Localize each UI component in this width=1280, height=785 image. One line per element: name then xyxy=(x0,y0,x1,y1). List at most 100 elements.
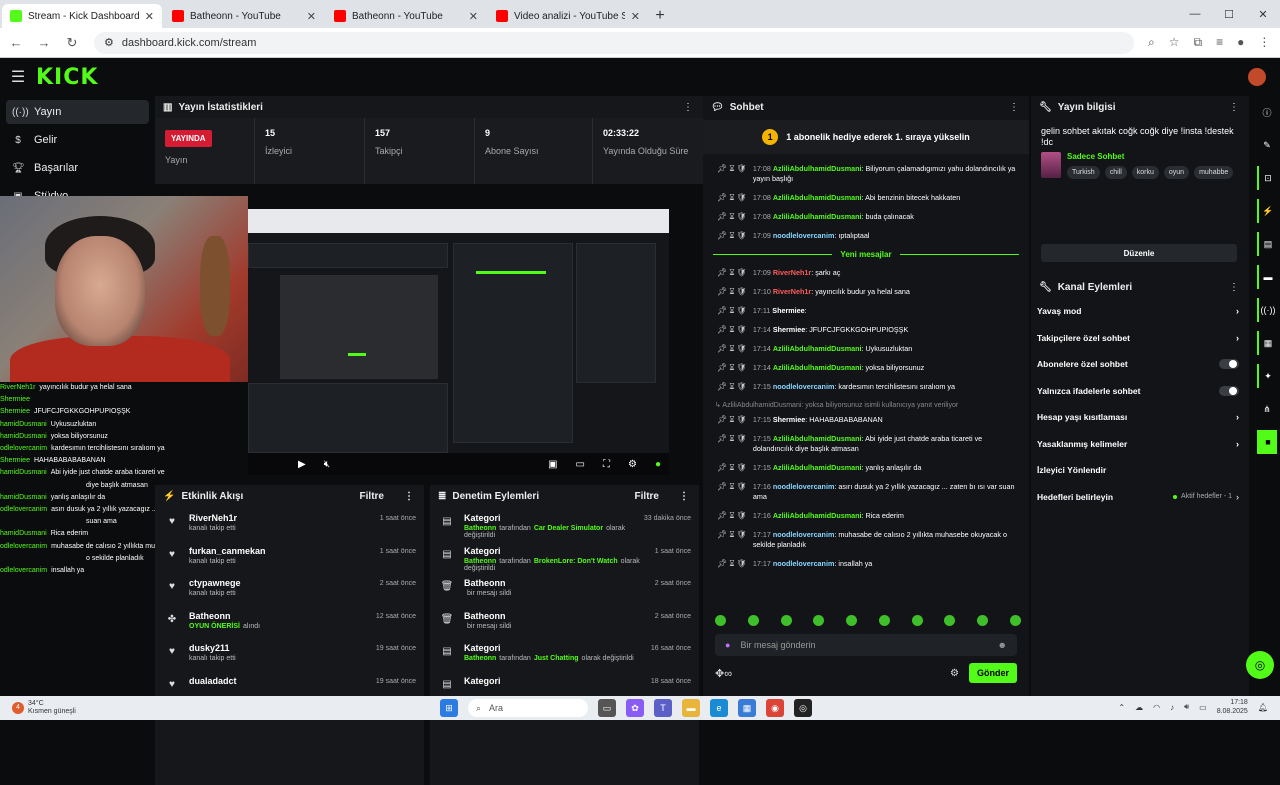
maximize-icon[interactable]: ☐ xyxy=(1212,0,1246,28)
activity-user[interactable]: dualadadct xyxy=(189,676,376,686)
mod-actions-icon[interactable]: 📌︎ ⏳︎ 🛡︎ xyxy=(717,382,747,392)
chat-username[interactable]: RiverNeh1r xyxy=(773,268,811,277)
tab-close-icon[interactable]: ✕ xyxy=(469,10,478,23)
channel-action[interactable]: İzleyici Yönlendir xyxy=(1031,457,1249,484)
tab-close-icon[interactable]: ✕ xyxy=(145,10,154,23)
toggle-switch[interactable] xyxy=(1219,359,1239,370)
bookmark-star-icon[interactable]: ☆ xyxy=(1169,35,1180,50)
chat-username[interactable]: noodlelovercanim xyxy=(773,559,835,568)
settings-icon[interactable]: ⚙ xyxy=(628,459,637,470)
browser-menu-icon[interactable]: ⋮ xyxy=(1258,35,1270,50)
chat-input[interactable]: ● Bir mesaj gönderin ☻ xyxy=(715,634,1017,656)
bolt-icon[interactable]: ⚡ xyxy=(1257,199,1277,223)
chat-options-icon[interactable]: ⋮ xyxy=(1009,102,1019,113)
chat-username[interactable]: AzliliAbdulhamidDusmani xyxy=(773,164,862,173)
stream-info-options-icon[interactable]: ⋮ xyxy=(1229,102,1239,113)
channel-action[interactable]: Abonelere özel sohbet xyxy=(1031,351,1249,378)
mod-actions-icon[interactable]: 📌︎ ⏳︎ 🛡︎ xyxy=(717,344,747,354)
sidebar-item-2[interactable]: 🏆︎ Başarılar xyxy=(6,156,149,180)
toggle-switch[interactable] xyxy=(1219,385,1239,396)
emote-icon[interactable] xyxy=(878,614,890,626)
activity-filter-button[interactable]: Filtre xyxy=(360,491,384,502)
taskbar-search[interactable]: ⌕ Ara xyxy=(468,699,588,717)
mod-actions-icon[interactable]: 📌︎ ⏳︎ 🛡︎ xyxy=(717,325,747,335)
minimize-icon[interactable]: — xyxy=(1178,0,1212,28)
wifi-icon[interactable]: ◠ xyxy=(1153,703,1160,712)
activity-user[interactable]: furkan_canmekan xyxy=(189,546,380,556)
chat-username[interactable]: Shermiee xyxy=(773,415,805,424)
mod-actions-icon[interactable]: 📌︎ ⏳︎ 🛡︎ xyxy=(717,415,747,425)
profile-icon[interactable]: ● xyxy=(1237,35,1244,50)
channel-action[interactable]: Yalnızca ifadelerle sohbet xyxy=(1031,378,1249,405)
user-avatar[interactable] xyxy=(1248,68,1266,86)
tag-chip[interactable]: chill xyxy=(1104,166,1127,179)
mod-actions-icon[interactable]: 📌︎ ⏳︎ 🛡︎ xyxy=(717,463,747,473)
more-options-icon[interactable]: ⋮ xyxy=(683,102,693,113)
tag-chip[interactable]: muhabbe xyxy=(1194,166,1234,179)
moderation-actor[interactable]: Batheonn xyxy=(464,655,496,662)
zoom-icon[interactable]: ⌕ xyxy=(1148,35,1155,50)
cloud-icon[interactable]: ☁ xyxy=(1135,703,1143,712)
channel-action[interactable]: Hedefleri belirleyin Aktif hedefler - 1 › xyxy=(1031,484,1249,511)
chat-settings-icon[interactable]: ⚙ xyxy=(950,668,959,679)
mic-tray-icon[interactable]: ♪ xyxy=(1170,703,1174,712)
share-icon[interactable]: ⋔ xyxy=(1257,397,1277,421)
mod-actions-icon[interactable]: 📌︎ ⏳︎ 🛡︎ xyxy=(717,482,747,492)
back-icon[interactable]: ← xyxy=(4,35,28,50)
url-field[interactable]: ⚙ dashboard.kick.com/stream xyxy=(94,31,1134,54)
channel-action[interactable]: Hesap yaşı kısıtlaması › xyxy=(1031,404,1249,431)
chat-username[interactable]: AzliliAbdulhamidDusmani xyxy=(773,434,862,443)
chrome-icon[interactable]: ◉ xyxy=(766,699,784,717)
fullscreen-icon[interactable]: ⛶ xyxy=(603,459,610,470)
mod-actions-icon[interactable]: 📌︎ ⏳︎ 🛡︎ xyxy=(717,231,747,241)
copilot-icon[interactable]: ✿ xyxy=(626,699,644,717)
forward-icon[interactable]: → xyxy=(32,35,56,50)
mod-actions-icon[interactable]: 📌︎ ⏳︎ 🛡︎ xyxy=(717,287,747,297)
browser-tab[interactable]: Batheonn - YouTube ✕ xyxy=(326,4,486,28)
mod-actions-icon[interactable]: 📌︎ ⏳︎ 🛡︎ xyxy=(717,268,747,278)
tab-close-icon[interactable]: ✕ xyxy=(631,10,640,23)
quality-icon[interactable]: ● xyxy=(655,459,661,470)
channel-action[interactable]: Yavaş mod › xyxy=(1031,298,1249,325)
obs-icon[interactable]: ◎ xyxy=(794,699,812,717)
scan-icon[interactable]: ⊡ xyxy=(1257,166,1277,190)
chat-username[interactable]: AzliliAbdulhamidDusmani xyxy=(773,363,862,372)
emote-icon[interactable] xyxy=(715,614,726,626)
activity-options-icon[interactable]: ⋮ xyxy=(404,491,414,502)
browser-tab[interactable]: Stream - Kick Dashboard ✕ xyxy=(2,4,162,28)
sidebar-item-0[interactable]: ((·)) Yayın xyxy=(6,100,149,124)
task-view-icon[interactable]: ▭ xyxy=(598,699,616,717)
channel-action[interactable]: Takipçilere özel sohbet › xyxy=(1031,325,1249,352)
emote-icon[interactable] xyxy=(977,614,989,626)
mod-actions-icon[interactable]: 📌︎ ⏳︎ 🛡︎ xyxy=(717,530,747,540)
browser-tab[interactable]: Batheonn - YouTube ✕ xyxy=(164,4,324,28)
site-info-icon[interactable]: ⚙ xyxy=(104,36,114,49)
broadcast-icon[interactable]: ((·)) xyxy=(1257,298,1277,322)
chat-username[interactable]: noodlelovercanim xyxy=(773,530,835,539)
emoji-icon[interactable]: ☻ xyxy=(998,640,1007,650)
teams-icon[interactable]: T xyxy=(654,699,672,717)
chat-username[interactable]: Shermiee xyxy=(772,306,804,315)
edit-button[interactable]: Düzenle xyxy=(1041,244,1237,262)
mod-actions-icon[interactable]: 📌︎ ⏳︎ 🛡︎ xyxy=(717,306,747,316)
close-window-icon[interactable]: ✕ xyxy=(1246,0,1280,28)
store-icon[interactable]: ▦ xyxy=(738,699,756,717)
info-icon[interactable]: ⓘ xyxy=(1257,100,1277,124)
battery-icon[interactable]: ▭ xyxy=(1199,703,1207,712)
new-tab-icon[interactable]: + xyxy=(648,4,672,28)
edge-icon[interactable]: e xyxy=(710,699,728,717)
chat-username[interactable]: AzliliAbdulhamidDusmani xyxy=(773,212,862,221)
activity-user[interactable]: dusky211 xyxy=(189,643,376,653)
channel-actions-options-icon[interactable]: ⋮ xyxy=(1229,282,1239,293)
chat-username[interactable]: AzliliAbdulhamidDusmani xyxy=(773,344,862,353)
mic-icon[interactable]: ● xyxy=(725,640,730,650)
theater-icon[interactable]: ▭ xyxy=(576,459,585,470)
file-explorer-icon[interactable]: ▬ xyxy=(682,699,700,717)
extensions-icon[interactable]: ⧉ xyxy=(1194,35,1203,50)
mod-actions-icon[interactable]: 📌︎ ⏳︎ 🛡︎ xyxy=(717,434,747,444)
chat-username[interactable]: RiverNeh1r xyxy=(773,287,811,296)
emote-icon[interactable] xyxy=(780,614,792,626)
clock[interactable]: 17:18 8.08.2025 xyxy=(1217,698,1248,716)
moderation-actor[interactable]: Batheonn xyxy=(464,525,496,532)
reload-icon[interactable]: ↻ xyxy=(60,35,84,51)
